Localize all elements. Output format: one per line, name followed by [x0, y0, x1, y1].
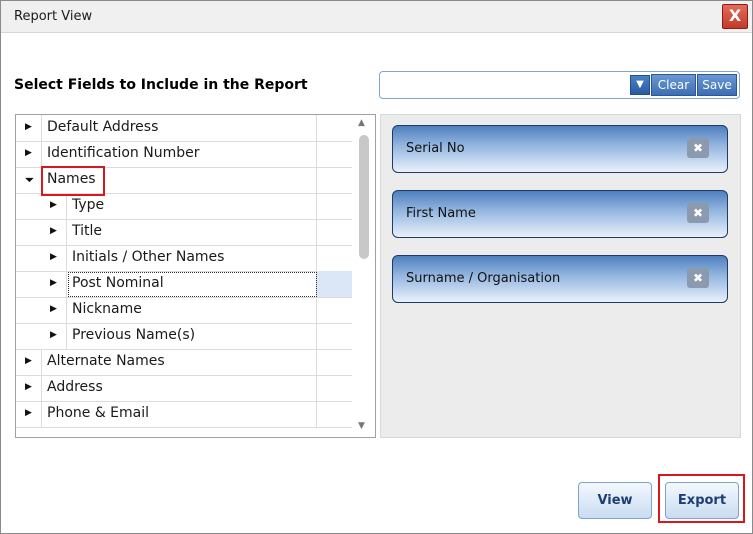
field-tree[interactable]: ▶ Default Address ▶ Identification Number ◢ N…: [15, 114, 376, 438]
expand-arrow-icon[interactable]: ▶: [25, 122, 35, 134]
save-button[interactable]: Save: [697, 74, 737, 96]
selected-field-label: Serial No: [406, 141, 465, 156]
view-button[interactable]: View: [578, 482, 652, 519]
highlight-names: [41, 166, 105, 196]
tree-row[interactable]: ▶ Nickname: [16, 297, 352, 324]
tree-divider: [316, 245, 317, 271]
tree-row[interactable]: ▶ Post Nominal: [16, 271, 352, 298]
expand-arrow-icon[interactable]: ▶: [25, 148, 35, 160]
tree-divider: [66, 297, 67, 323]
expand-arrow-icon[interactable]: ▶: [50, 278, 60, 290]
tree-row[interactable]: ▶ Phone & Email: [16, 401, 352, 428]
close-button[interactable]: X: [722, 4, 748, 29]
tree-divider: [41, 141, 42, 167]
tree-row[interactable]: ▶ Type: [16, 193, 352, 220]
expand-arrow-icon[interactable]: ▶: [25, 356, 35, 368]
selected-field-chip[interactable]: First Name ✖: [392, 190, 728, 238]
tree-row-label: Address: [47, 379, 103, 395]
tree-row-label: Nickname: [72, 301, 142, 317]
tree-divider: [316, 349, 317, 375]
tree-row-label: Identification Number: [47, 145, 200, 161]
tree-divider: [66, 193, 67, 219]
tree-row-label: Default Address: [47, 119, 159, 135]
tree-row-label: Alternate Names: [47, 353, 165, 369]
tree-divider: [316, 323, 317, 349]
section-heading: Select Fields to Include in the Report: [14, 77, 308, 93]
saved-report-combo[interactable]: ▼ Clear Save: [379, 71, 740, 99]
tree-divider: [316, 141, 317, 167]
expand-arrow-icon[interactable]: ▶: [50, 252, 60, 264]
expand-arrow-icon[interactable]: ▶: [50, 200, 60, 212]
expand-arrow-icon[interactable]: ▶: [25, 382, 35, 394]
selected-fields-panel: Serial No ✖ First Name ✖ Surname / Organ…: [380, 114, 741, 438]
scrollbar-thumb[interactable]: [359, 135, 369, 259]
title-bar: Report View X: [1, 1, 752, 33]
tree-row-label: Title: [72, 223, 103, 239]
tree-row[interactable]: ▶ Default Address: [16, 115, 352, 142]
remove-icon[interactable]: ✖: [687, 203, 709, 223]
tree-divider: [41, 375, 42, 401]
selected-field-chip[interactable]: Surname / Organisation ✖: [392, 255, 728, 303]
tree-divider: [41, 115, 42, 141]
scroll-up-icon[interactable]: ▲: [358, 118, 365, 128]
report-view-window: Report View X Select Fields to Include i…: [0, 0, 753, 534]
expand-arrow-icon[interactable]: ▶: [50, 330, 60, 342]
selected-field-label: First Name: [406, 206, 476, 221]
selected-field-chip[interactable]: Serial No ✖: [392, 125, 728, 173]
tree-row-label: Type: [72, 197, 105, 213]
tree-divider: [316, 193, 317, 219]
tree-divider: [66, 219, 67, 245]
focus-outline: [68, 272, 317, 297]
expand-arrow-icon[interactable]: ▶: [25, 408, 35, 420]
tree-divider: [316, 297, 317, 323]
tree-row[interactable]: ▶ Alternate Names: [16, 349, 352, 376]
remove-icon[interactable]: ✖: [687, 268, 709, 288]
tree-row-label: Phone & Email: [47, 405, 150, 421]
selected-field-label: Surname / Organisation: [406, 271, 561, 286]
tree-row-label: Initials / Other Names: [72, 249, 225, 265]
highlight-export: [658, 474, 745, 523]
tree-divider: [41, 401, 42, 427]
tree-divider: [316, 167, 317, 193]
scroll-down-icon[interactable]: ▼: [358, 421, 365, 431]
tree-row[interactable]: ▶ Address: [16, 375, 352, 402]
expand-arrow-icon[interactable]: ▶: [50, 304, 60, 316]
tree-row[interactable]: ▶ Identification Number: [16, 141, 352, 168]
tree-scrollbar[interactable]: ▲ ▼: [355, 115, 374, 437]
tree-row-label: Previous Name(s): [72, 327, 196, 343]
tree-divider: [66, 245, 67, 271]
chevron-down-icon[interactable]: ▼: [630, 75, 650, 95]
tree-divider: [316, 401, 317, 427]
expand-arrow-icon[interactable]: ▶: [50, 226, 60, 238]
tree-row[interactable]: ▶ Initials / Other Names: [16, 245, 352, 272]
tree-divider: [316, 375, 317, 401]
remove-icon[interactable]: ✖: [687, 138, 709, 158]
tree-divider: [66, 323, 67, 349]
tree-divider: [316, 115, 317, 141]
tree-divider: [66, 271, 67, 297]
tree-divider: [316, 219, 317, 245]
clear-button[interactable]: Clear: [651, 74, 696, 96]
tree-row[interactable]: ▶ Previous Name(s): [16, 323, 352, 350]
tree-divider: [41, 349, 42, 375]
expanded-arrow-icon[interactable]: ◢: [22, 172, 38, 188]
close-icon: X: [728, 6, 742, 25]
window-title: Report View: [14, 9, 93, 24]
tree-row[interactable]: ▶ Title: [16, 219, 352, 246]
